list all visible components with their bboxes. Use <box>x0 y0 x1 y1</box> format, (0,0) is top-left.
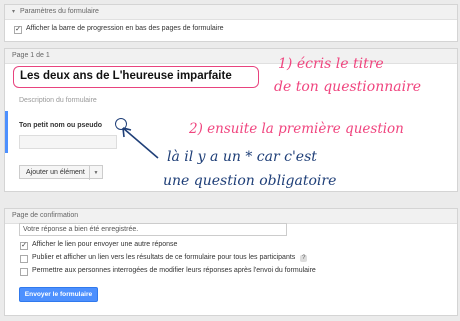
help-icon[interactable]: ? <box>300 255 308 262</box>
page-section-panel: Page 1 de 1 Les deux ans de L'heureuse i… <box>4 48 458 192</box>
short-answer-preview <box>19 135 117 149</box>
publish-results-text: Publier et afficher un lien vers les rés… <box>32 254 296 261</box>
form-settings-panel: ▾ Paramètres du formulaire ✓ Afficher la… <box>4 4 458 42</box>
page-section-header: Page 1 de 1 <box>5 49 457 64</box>
question-label: Ton petit nom ou pseudo <box>19 122 103 129</box>
add-item-button[interactable]: Ajouter un élément ▼ <box>19 165 103 180</box>
form-title-text: Les deux ans de L'heureuse imparfaite <box>20 70 232 82</box>
confirmation-title: Page de confirmation <box>12 212 79 219</box>
collapse-caret-icon[interactable]: ▾ <box>12 9 15 15</box>
progress-bar-label: Afficher la barre de progression en bas … <box>26 25 224 32</box>
send-another-checkbox[interactable]: ✓ <box>20 242 28 250</box>
send-another-label: Afficher le lien pour envoyer une autre … <box>32 241 178 248</box>
publish-results-label: Publier et afficher un lien vers les rés… <box>32 254 308 262</box>
edit-responses-checkbox[interactable] <box>20 268 28 276</box>
page: { "form_params": { "header": "Paramètres… <box>0 0 460 321</box>
required-note-line1: là il y a un * car c'est <box>167 149 317 165</box>
confirmation-header: Page de confirmation <box>5 209 457 224</box>
title-note-line1: 1) écris le titre <box>278 56 384 72</box>
form-title-field[interactable]: Les deux ans de L'heureuse imparfaite <box>13 66 259 88</box>
confirmation-message-text: Votre réponse a bien été enregistrée. <box>23 226 139 233</box>
progress-bar-checkbox[interactable]: ✓ <box>14 26 22 34</box>
chevron-down-icon[interactable]: ▼ <box>89 166 102 180</box>
required-note-line2: une question obligatoire <box>163 173 337 189</box>
form-settings-header[interactable]: ▾ Paramètres du formulaire <box>5 5 457 20</box>
confirmation-message-input[interactable]: Votre réponse a bien été enregistrée. <box>19 223 287 236</box>
publish-results-checkbox[interactable] <box>20 255 28 263</box>
required-marker-circle <box>115 118 127 130</box>
active-question-bar <box>5 111 8 153</box>
page-indicator: Page 1 de 1 <box>12 52 50 59</box>
question-title: Ton petit nom ou pseudo <box>19 122 102 129</box>
form-description-field[interactable]: Description du formulaire <box>19 97 97 104</box>
title-note-line2: de ton questionnaire <box>274 79 422 95</box>
confirmation-panel: Page de confirmation Votre réponse a bie… <box>4 208 458 316</box>
form-settings-title: Paramètres du formulaire <box>19 8 99 15</box>
edit-responses-label: Permettre aux personnes interrogées de m… <box>32 267 316 274</box>
add-item-label: Ajouter un élément <box>26 169 85 176</box>
submit-form-button[interactable]: Envoyer le formulaire <box>19 287 98 302</box>
submit-form-label: Envoyer le formulaire <box>24 291 93 298</box>
question-note: 2) ensuite la première question <box>189 121 404 137</box>
